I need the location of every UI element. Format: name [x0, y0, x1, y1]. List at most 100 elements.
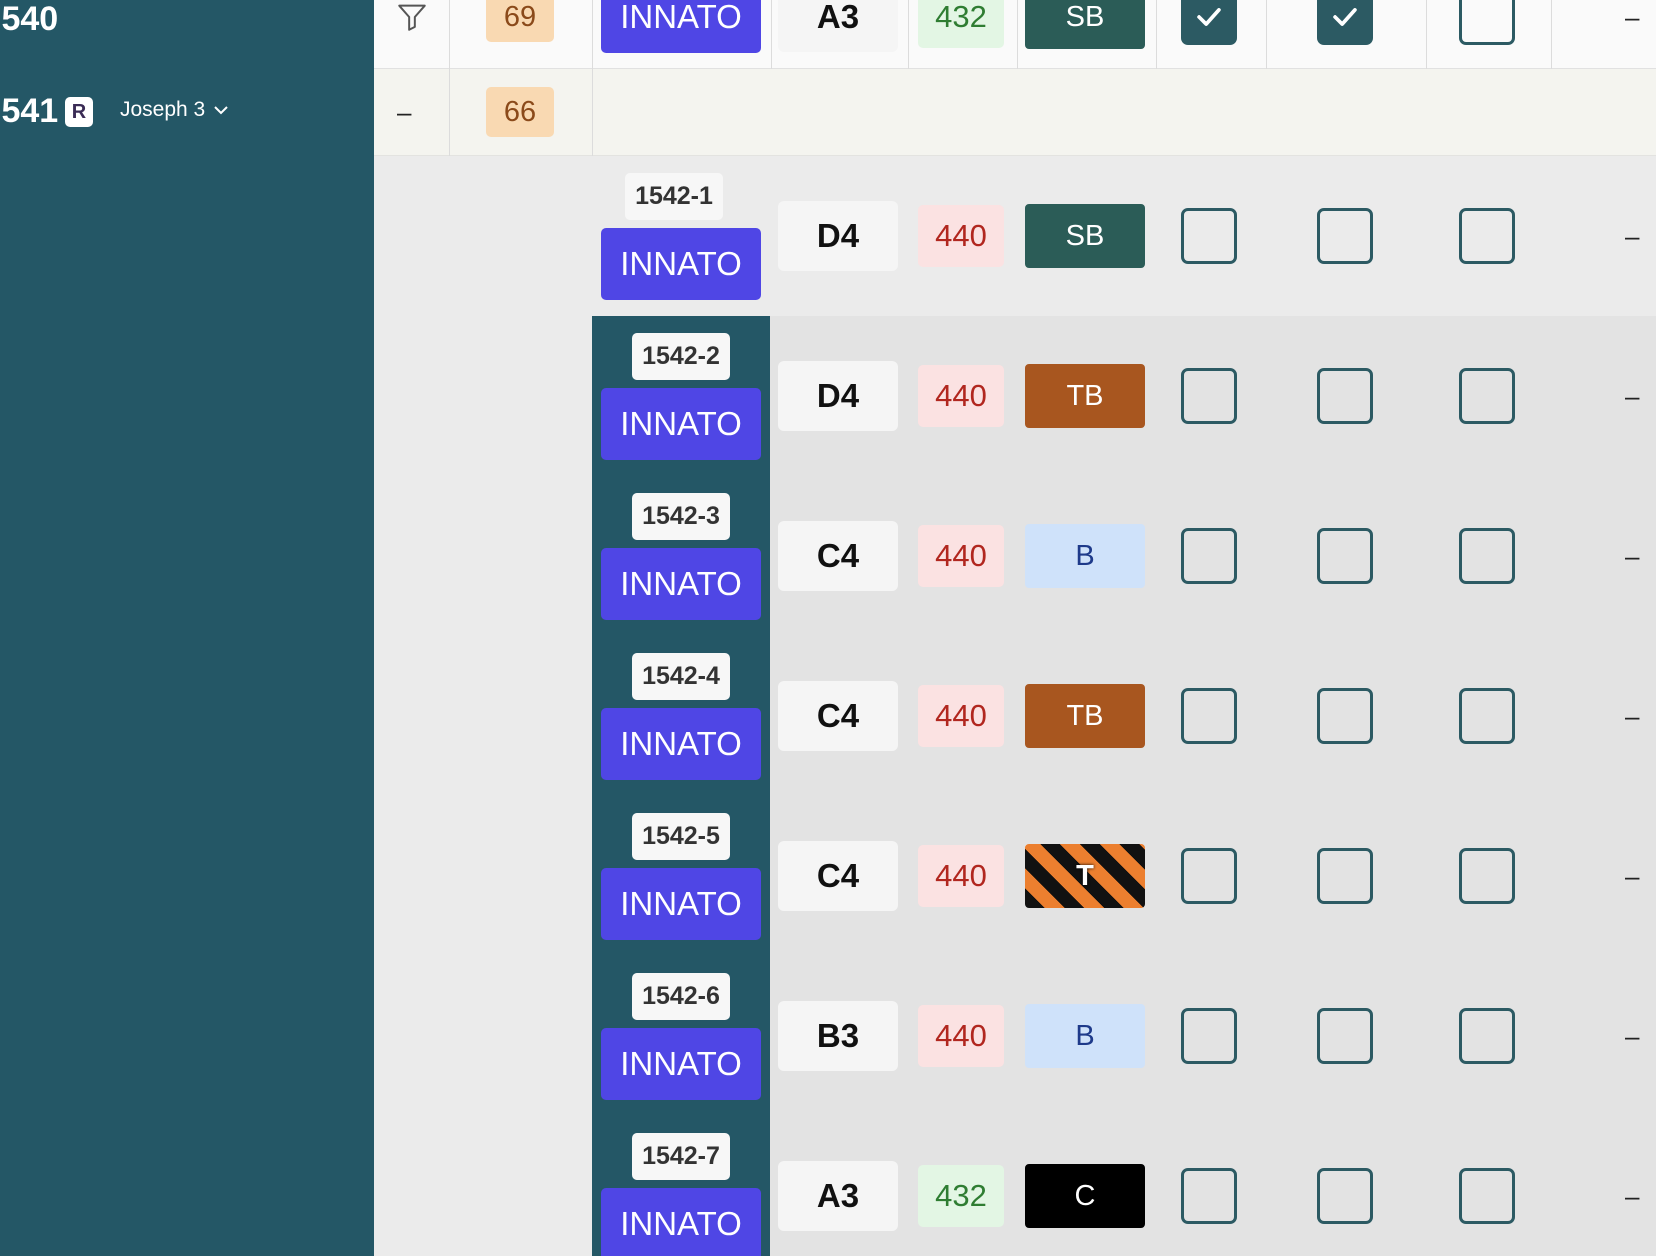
sub-row-id-label: 1542-6	[642, 981, 720, 1010]
tag-badge-label: B	[1075, 1019, 1095, 1052]
checkbox[interactable]	[1181, 848, 1237, 904]
type-button[interactable]: INNATO	[601, 548, 761, 620]
value-badge-label: 432	[935, 0, 987, 34]
tag-badge: T	[1025, 844, 1145, 908]
code-cell-label: A3	[816, 0, 860, 35]
checkbox[interactable]	[1459, 208, 1515, 264]
code-cell-label: A3	[816, 1177, 860, 1214]
tag-badge: C	[1025, 1164, 1145, 1228]
type-button-label: INNATO	[620, 1045, 742, 1082]
sub-row-id-label: 1542-4	[642, 661, 720, 690]
value-badge: 440	[918, 365, 1004, 427]
checkbox[interactable]	[1317, 1168, 1373, 1224]
code-cell: A3	[778, 1161, 898, 1231]
sub-row-id: 1542-2	[632, 332, 730, 380]
score-badge-label: 69	[503, 0, 537, 33]
checkbox[interactable]	[1181, 368, 1237, 424]
type-button[interactable]: INNATO	[601, 868, 761, 940]
sub-row-id: 1542-4	[632, 652, 730, 700]
row-end-marker: –	[1625, 381, 1639, 412]
collapse-toggle[interactable]: –	[397, 97, 411, 128]
checkbox[interactable]	[1459, 1008, 1515, 1064]
tag-badge-label: SB	[1065, 0, 1105, 33]
code-cell: D4	[778, 361, 898, 431]
checkbox[interactable]	[1317, 688, 1373, 744]
checkbox[interactable]	[1459, 368, 1515, 424]
column-divider	[1551, 0, 1552, 69]
type-button[interactable]: INNATO	[601, 228, 761, 300]
checkbox[interactable]	[1317, 848, 1373, 904]
type-button[interactable]: INNATO	[601, 1188, 761, 1256]
row-end-marker-label: –	[1625, 2, 1640, 32]
checkbox[interactable]	[1317, 0, 1373, 45]
checkbox[interactable]	[1317, 368, 1373, 424]
row-number: .541	[0, 92, 59, 130]
code-cell-label: C4	[816, 857, 860, 894]
checkbox[interactable]	[1459, 688, 1515, 744]
checkbox[interactable]	[1317, 528, 1373, 584]
tag-badge: TB	[1025, 364, 1145, 428]
checkbox[interactable]	[1459, 0, 1515, 45]
type-button-label: INNATO	[620, 1205, 742, 1242]
user-dropdown[interactable]: Joseph 3	[120, 98, 229, 122]
type-button[interactable]: INNATO	[601, 388, 761, 460]
user-name: Joseph 3	[120, 98, 206, 121]
main-table	[374, 0, 1656, 1256]
tag-badge: SB	[1025, 0, 1145, 49]
type-button[interactable]: INNATO	[601, 708, 761, 780]
sub-row-id-label: 1542-1	[635, 181, 713, 210]
tag-badge-label: TB	[1066, 379, 1104, 412]
filter-icon[interactable]	[395, 0, 429, 34]
role-badge: R	[65, 97, 93, 127]
row-end-marker-label: –	[1625, 861, 1640, 891]
row-end-marker-label: –	[1625, 1021, 1640, 1051]
code-cell-label: C4	[816, 697, 860, 734]
sub-row-id: 1542-5	[632, 812, 730, 860]
tag-badge-label: SB	[1065, 219, 1105, 252]
checkbox[interactable]	[1181, 528, 1237, 584]
sub-row-id-label: 1542-7	[642, 1141, 720, 1170]
value-badge: 440	[918, 525, 1004, 587]
code-cell-label: C4	[816, 537, 860, 574]
value-badge: 432	[918, 1165, 1004, 1227]
value-badge: 440	[918, 205, 1004, 267]
app: .540 .541 R Joseph 3 69 INNATO A3 432 SB – – 66…	[0, 0, 1656, 1256]
column-divider	[449, 0, 450, 156]
score-badge-label: 66	[503, 95, 537, 128]
checkbox[interactable]	[1459, 1168, 1515, 1224]
code-cell: C4	[778, 681, 898, 751]
code-cell: A3	[778, 0, 898, 52]
sub-row-id: 1542-6	[632, 972, 730, 1020]
checkbox[interactable]	[1181, 208, 1237, 264]
tag-badge-label: C	[1074, 1179, 1096, 1212]
value-badge: 440	[918, 845, 1004, 907]
code-cell: C4	[778, 521, 898, 591]
checkbox[interactable]	[1459, 528, 1515, 584]
checkbox[interactable]	[1181, 688, 1237, 744]
value-badge-label: 440	[935, 378, 987, 413]
sidebar: .540 .541 R Joseph 3	[0, 0, 374, 1256]
type-button-label: INNATO	[620, 885, 742, 922]
code-cell-label: D4	[816, 217, 860, 254]
checkbox[interactable]	[1181, 1008, 1237, 1064]
checkbox[interactable]	[1181, 0, 1237, 45]
sub-row-id: 1542-3	[632, 492, 730, 540]
row-end-marker-label: –	[1625, 221, 1640, 251]
sub-row-id: 1542-1	[625, 172, 723, 220]
tag-badge: B	[1025, 1004, 1145, 1068]
checkbox[interactable]	[1181, 1168, 1237, 1224]
value-badge: 440	[918, 1005, 1004, 1067]
code-cell: C4	[778, 841, 898, 911]
type-button-label: INNATO	[620, 565, 742, 602]
checkbox[interactable]	[1459, 848, 1515, 904]
score-badge: 66	[486, 87, 554, 137]
type-button[interactable]: INNATO	[601, 1028, 761, 1100]
code-cell: B3	[778, 1001, 898, 1071]
type-button[interactable]: INNATO	[601, 0, 761, 53]
tag-badge-label: TB	[1066, 699, 1104, 732]
code-cell-label: D4	[816, 377, 860, 414]
column-divider	[592, 0, 593, 156]
checkbox[interactable]	[1317, 1008, 1373, 1064]
chevron-down-icon	[214, 106, 228, 115]
checkbox[interactable]	[1317, 208, 1373, 264]
